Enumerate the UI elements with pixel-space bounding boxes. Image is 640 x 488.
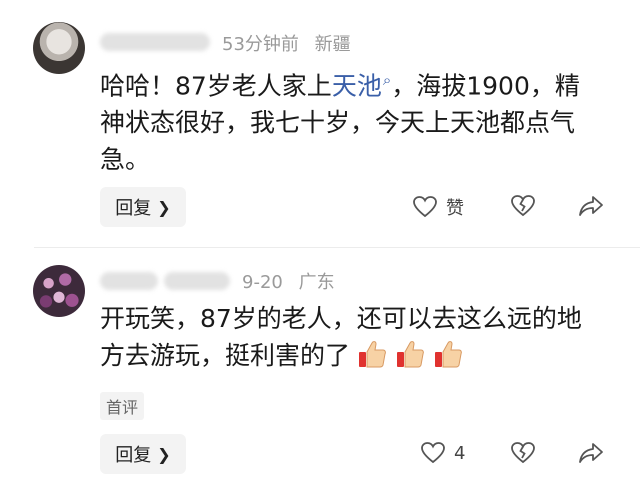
avatar[interactable] (33, 22, 85, 74)
comment-text: 开玩笑，87岁的老人，还可以去这么远的地方去游玩，挺利害的了 (100, 300, 600, 380)
comment-text-part: 开玩笑，87岁的老人，还可以去这么远的地方去游玩，挺利害的了 (100, 304, 582, 370)
share-button[interactable] (578, 441, 604, 465)
chevron-right-icon: ❯ (157, 444, 171, 464)
comment-location: 新疆 (314, 34, 351, 55)
comment-meta: 53分钟前 新疆 (222, 30, 351, 56)
like-button[interactable]: 赞 (412, 194, 464, 220)
thumbs-up-emoji (432, 338, 464, 380)
reply-button[interactable]: 回复 ❯ (100, 187, 186, 227)
comment-1: 53分钟前 新疆 哈哈！87岁老人家上天池⌕，海拔1900，精神状态很好，我七十… (0, 0, 640, 248)
heart-outline-icon (413, 196, 437, 218)
comment-time: 9-20 (242, 272, 283, 293)
share-arrow-icon (579, 196, 603, 216)
topic-link[interactable]: 天池 (332, 71, 382, 100)
comment-text-part: 哈哈！87岁老人家上 (100, 71, 332, 101)
share-arrow-icon (579, 443, 603, 463)
reply-label: 回复 (115, 445, 152, 466)
username-blurred[interactable] (100, 33, 210, 51)
avatar[interactable] (33, 265, 85, 317)
comment-text: 哈哈！87岁老人家上天池⌕，海拔1900，精神状态很好，我七十岁，今天上天池都点… (100, 62, 600, 178)
like-count: 4 (454, 442, 466, 464)
like-button[interactable]: 4 (420, 441, 465, 465)
chevron-right-icon: ❯ (157, 197, 171, 217)
username-blurred[interactable] (100, 272, 158, 290)
share-button[interactable] (578, 194, 604, 218)
reply-button[interactable]: 回复 ❯ (100, 434, 186, 474)
comment-meta: 9-20 广东 (242, 268, 335, 294)
dislike-button[interactable] (510, 441, 536, 465)
heart-outline-icon (421, 442, 445, 464)
thumbs-up-emoji (394, 338, 426, 380)
dislike-button[interactable] (510, 194, 536, 218)
broken-heart-icon (511, 442, 535, 464)
search-icon[interactable]: ⌕ (383, 71, 391, 89)
like-label: 赞 (446, 198, 464, 219)
comment-time: 53分钟前 (222, 34, 299, 55)
broken-heart-icon (511, 195, 535, 217)
first-comment-badge: 首评 (100, 392, 145, 420)
reply-label: 回复 (115, 198, 152, 219)
thumbs-up-emoji (356, 338, 388, 380)
username-blurred[interactable] (164, 272, 230, 290)
comment-location: 广东 (298, 272, 335, 293)
